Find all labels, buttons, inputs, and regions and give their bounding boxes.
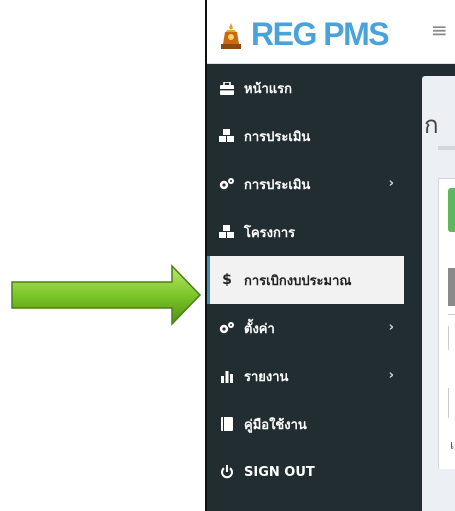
sidebar-menu: หน้าแรก การประเมิน การประเมิน › โครงการ … <box>207 64 404 511</box>
chevron-right-icon: › <box>388 368 394 383</box>
divider-line <box>448 326 449 350</box>
app-logo-text[interactable]: REG PMS <box>251 14 390 54</box>
sidebar-item-budget-withdrawal[interactable]: $ การเบิกงบประมาณ <box>207 256 404 304</box>
sidebar-item-label: โครงการ <box>244 225 296 241</box>
logo-emblem-icon <box>221 23 241 49</box>
sidebar-item-label: คู่มือใช้งาน <box>244 417 307 433</box>
sidebar-item-sign-out[interactable]: SIGN OUT <box>207 448 404 496</box>
gray-header-bar <box>448 268 455 306</box>
top-header: REG PMS ≡ <box>207 0 455 64</box>
title-divider <box>438 146 455 150</box>
sidebar-item-label: หน้าแรก <box>244 81 292 97</box>
app-window: REG PMS ≡ หน้าแรก การประเมิน การประเมิน … <box>205 0 455 511</box>
sidebar-item-label: ตั้งค่า <box>244 321 275 337</box>
page-title-fragment: ก <box>424 111 439 139</box>
chevron-right-icon: › <box>388 176 394 191</box>
sidebar-item-label: SIGN OUT <box>244 464 315 480</box>
divider-line <box>448 388 449 418</box>
sidebar-item-label: การประเมิน <box>244 129 311 145</box>
green-button[interactable] <box>448 188 455 232</box>
sidebar-item-assessment-submenu[interactable]: การประเมิน › <box>207 160 404 208</box>
sidebar-item-label: การเบิกงบประมาณ <box>244 273 352 289</box>
divider-line <box>448 314 455 315</box>
bar-chart-icon <box>219 368 235 384</box>
sidebar-item-home[interactable]: หน้าแรก <box>207 64 404 112</box>
book-icon <box>219 416 235 432</box>
power-icon <box>219 464 235 480</box>
callout-arrow <box>11 264 202 326</box>
cubes-icon <box>219 128 235 144</box>
sidebar-item-settings[interactable]: ตั้งค่า › <box>207 304 404 352</box>
content-text-fragment: เ <box>450 438 455 452</box>
cubes-icon <box>219 224 235 240</box>
chevron-right-icon: › <box>388 320 394 335</box>
gears-icon <box>219 176 235 192</box>
window-edge <box>205 0 207 511</box>
sidebar-item-reports[interactable]: รายงาน › <box>207 352 404 400</box>
sidebar-item-label: การประเมิน <box>244 177 311 193</box>
menu-toggle-icon[interactable]: ≡ <box>431 20 448 40</box>
sidebar-item-label: รายงาน <box>244 369 289 385</box>
dollar-icon: $ <box>222 272 232 288</box>
sidebar-item-assessment[interactable]: การประเมิน <box>207 112 404 160</box>
sidebar-item-manual[interactable]: คู่มือใช้งาน <box>207 400 404 448</box>
sidebar-item-projects[interactable]: โครงการ <box>207 208 404 256</box>
gears-icon <box>219 320 235 336</box>
dashboard-icon <box>219 80 235 96</box>
